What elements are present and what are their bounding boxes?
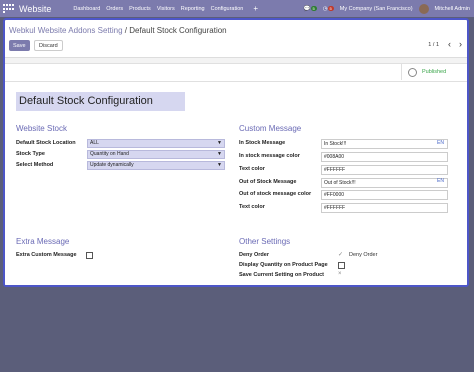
text-color-input[interactable]: #FFFFFF bbox=[321, 165, 448, 175]
published-status: Published bbox=[422, 69, 447, 75]
deny-order-value: Deny Order bbox=[349, 252, 378, 258]
sheet-divider bbox=[5, 81, 467, 82]
text-color-label: Text color bbox=[239, 166, 265, 172]
out-of-stock-color-label: Out of stock message color bbox=[239, 191, 312, 197]
menu-products[interactable]: Products bbox=[129, 6, 151, 12]
out-of-stock-message-input[interactable]: Out of Stock!!! bbox=[321, 178, 448, 188]
globe-icon bbox=[408, 67, 417, 77]
in-stock-message-input[interactable]: In Stock!!! bbox=[321, 139, 448, 149]
close-icon[interactable]: × bbox=[338, 271, 342, 277]
chat-count-badge: 5 bbox=[310, 5, 317, 11]
radio-check-icon[interactable]: ✓ bbox=[338, 251, 343, 258]
breadcrumb-current: Default Stock Configuration bbox=[129, 26, 227, 35]
discard-button[interactable]: Discard bbox=[34, 40, 63, 51]
stock-type-value: Quantity on Hand bbox=[90, 151, 129, 157]
chevron-down-icon: ▼ bbox=[217, 151, 222, 157]
select-method-select[interactable]: Update dynamically ▼ bbox=[87, 161, 225, 170]
out-of-stock-message-label: Out of Stock Message bbox=[239, 179, 297, 185]
other-settings-title: Other Settings bbox=[239, 237, 291, 246]
in-stock-message-label: In Stock Message bbox=[239, 140, 286, 146]
save-current-setting-label: Save Current Setting on Product bbox=[239, 272, 324, 278]
extra-custom-message-label: Extra Custom Message bbox=[16, 252, 77, 258]
menu-orders[interactable]: Orders bbox=[106, 6, 123, 12]
chevron-down-icon: ▼ bbox=[217, 162, 222, 168]
top-navbar: Website Dashboard Orders Products Visito… bbox=[0, 0, 474, 17]
breadcrumb-parent[interactable]: Webkul Website Addons Setting bbox=[9, 26, 123, 35]
extra-custom-message-checkbox[interactable] bbox=[86, 252, 93, 259]
menu-visitors[interactable]: Visitors bbox=[157, 6, 175, 12]
in-stock-color-input[interactable]: #008A00 bbox=[321, 152, 448, 162]
default-stock-location-value: ALL bbox=[90, 140, 99, 146]
website-stock-title: Website Stock bbox=[16, 124, 67, 133]
out-of-stock-lang-button[interactable]: EN bbox=[437, 178, 444, 184]
avatar[interactable] bbox=[418, 3, 429, 14]
publish-toggle[interactable]: Published bbox=[401, 64, 462, 80]
save-button[interactable]: Save bbox=[9, 40, 30, 51]
chevron-down-icon: ▼ bbox=[217, 140, 222, 146]
form-dialog: Webkul Website Addons Setting / Default … bbox=[3, 18, 469, 287]
company-switcher[interactable]: My Company (San Francisco) bbox=[340, 6, 413, 12]
menu-reporting[interactable]: Reporting bbox=[181, 6, 205, 12]
default-stock-location-label: Default Stock Location bbox=[16, 140, 76, 146]
display-quantity-label: Display Quantity on Product Page bbox=[239, 262, 328, 268]
activity-icon[interactable]: ◷ 5 bbox=[323, 5, 334, 12]
activity-count-badge: 5 bbox=[327, 5, 334, 11]
default-stock-location-select[interactable]: ALL ▼ bbox=[87, 139, 225, 148]
text-color-2-label: Text color bbox=[239, 204, 265, 210]
deny-order-label: Deny Order bbox=[239, 252, 269, 258]
custom-message-title: Custom Message bbox=[239, 124, 302, 133]
stock-type-label: Stock Type bbox=[16, 151, 45, 157]
select-method-value: Update dynamically bbox=[90, 162, 134, 168]
out-of-stock-color-input[interactable]: #FF0000 bbox=[321, 190, 448, 200]
chevron-right-icon[interactable]: › bbox=[459, 39, 462, 49]
record-name-field[interactable]: Default Stock Configuration bbox=[16, 92, 185, 111]
menu-configuration[interactable]: Configuration bbox=[211, 6, 244, 12]
plus-icon[interactable]: + bbox=[253, 4, 258, 13]
chat-icon[interactable]: 💬 5 bbox=[304, 5, 317, 12]
display-quantity-checkbox[interactable] bbox=[338, 262, 345, 269]
in-stock-lang-button[interactable]: EN bbox=[437, 140, 444, 146]
user-menu[interactable]: Mitchell Admin bbox=[435, 6, 470, 12]
breadcrumb: Webkul Website Addons Setting / Default … bbox=[9, 26, 227, 35]
app-grid-icon[interactable] bbox=[3, 3, 14, 14]
chevron-left-icon[interactable]: ‹ bbox=[448, 39, 451, 49]
text-color-2-input[interactable]: #FFFFFF bbox=[321, 203, 448, 213]
app-name[interactable]: Website bbox=[19, 4, 51, 14]
extra-message-title: Extra Message bbox=[16, 237, 70, 246]
select-method-label: Select Method bbox=[16, 162, 54, 168]
pager-counter[interactable]: 1 / 1 bbox=[428, 42, 439, 48]
in-stock-color-label: In stock message color bbox=[239, 153, 300, 159]
stock-type-select[interactable]: Quantity on Hand ▼ bbox=[87, 150, 225, 159]
menu-dashboard[interactable]: Dashboard bbox=[73, 6, 100, 12]
